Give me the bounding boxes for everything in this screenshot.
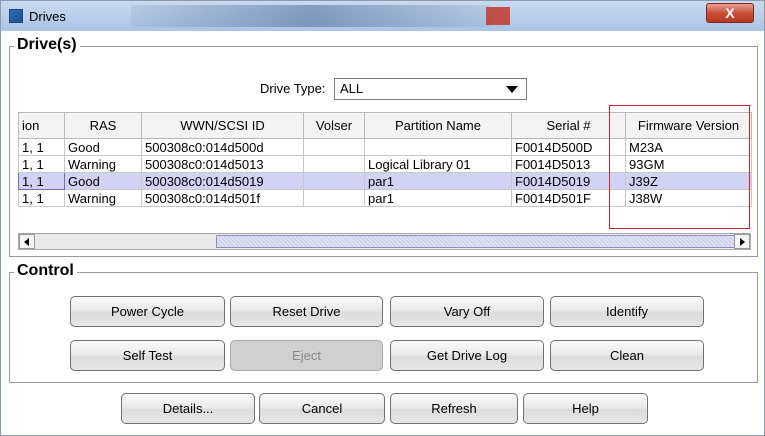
details-button[interactable]: Details... [121, 393, 255, 424]
help-button[interactable]: Help [523, 393, 648, 424]
drive-type-label: Drive Type: [260, 81, 326, 96]
control-group-title: Control [14, 262, 77, 280]
cell-location: 1, 1 [18, 189, 65, 207]
drives-table: ion RAS WWN/SCSI ID Volser Partition Nam… [18, 112, 752, 207]
horizontal-scrollbar[interactable] [18, 233, 751, 250]
cell-volser [303, 138, 365, 156]
column-header-serial[interactable]: Serial # [511, 112, 626, 139]
scroll-right-icon[interactable] [734, 234, 750, 249]
drives-group-title: Drive(s) [14, 36, 80, 54]
self-test-button[interactable]: Self Test [70, 340, 225, 371]
cell-location: 1, 1 [18, 138, 65, 156]
scroll-left-icon[interactable] [19, 234, 35, 249]
cancel-button[interactable]: Cancel [259, 393, 385, 424]
column-header-ras[interactable]: RAS [64, 112, 142, 139]
cell-serial: F0014D5019 [511, 172, 626, 190]
clean-button[interactable]: Clean [550, 340, 704, 371]
table-row[interactable]: 1, 1 Warning 500308c0:014d5013 Logical L… [18, 155, 752, 173]
column-header-partition[interactable]: Partition Name [364, 112, 512, 139]
power-cycle-button[interactable]: Power Cycle [70, 296, 225, 327]
cell-partition: Logical Library 01 [364, 155, 512, 173]
cell-wwn: 500308c0:014d5013 [141, 155, 304, 173]
window-title: Drives [29, 9, 66, 24]
cell-firmware: M23A [625, 138, 752, 156]
column-header-firmware[interactable]: Firmware Version [625, 112, 752, 139]
chevron-down-icon [506, 86, 518, 93]
reset-drive-button[interactable]: Reset Drive [230, 296, 383, 327]
drives-window: Drives X Drive(s) Drive Type: ALL ion RA… [0, 0, 765, 436]
drive-type-select[interactable]: ALL [334, 78, 527, 100]
cell-serial: F0014D501F [511, 189, 626, 207]
cell-serial: F0014D500D [511, 138, 626, 156]
get-drive-log-button[interactable]: Get Drive Log [390, 340, 544, 371]
cell-ras: Warning [64, 189, 142, 207]
table-header-row: ion RAS WWN/SCSI ID Volser Partition Nam… [18, 112, 752, 139]
cell-location: 1, 1 [18, 155, 65, 173]
table-row[interactable]: 1, 1 Warning 500308c0:014d501f par1 F001… [18, 189, 752, 207]
cell-wwn: 500308c0:014d5019 [141, 172, 304, 190]
column-header-location[interactable]: ion [18, 112, 65, 139]
cell-volser [303, 155, 365, 173]
title-bar-decoration [486, 7, 510, 25]
title-bar: Drives X [1, 1, 764, 31]
table-row[interactable]: 1, 1 Good 500308c0:014d500d F0014D500D M… [18, 138, 752, 156]
cell-ras: Good [64, 172, 142, 190]
cell-partition [364, 138, 512, 156]
drive-type-value: ALL [340, 81, 364, 96]
close-button[interactable]: X [706, 3, 754, 23]
column-header-volser[interactable]: Volser [303, 112, 365, 139]
title-bar-background [131, 5, 491, 27]
column-header-wwn[interactable]: WWN/SCSI ID [141, 112, 304, 139]
cell-partition: par1 [364, 172, 512, 190]
cell-serial: F0014D5013 [511, 155, 626, 173]
cell-volser [303, 172, 365, 190]
cell-firmware: J38W [625, 189, 752, 207]
cell-location: 1, 1 [18, 172, 65, 190]
cell-wwn: 500308c0:014d501f [141, 189, 304, 207]
cell-ras: Warning [64, 155, 142, 173]
scroll-thumb[interactable] [216, 235, 735, 248]
vary-off-button[interactable]: Vary Off [390, 296, 544, 327]
cell-volser [303, 189, 365, 207]
app-icon [9, 9, 23, 23]
cell-ras: Good [64, 138, 142, 156]
eject-button[interactable]: Eject [230, 340, 383, 371]
table-row-selected[interactable]: 1, 1 Good 500308c0:014d5019 par1 F0014D5… [18, 172, 752, 190]
refresh-button[interactable]: Refresh [390, 393, 518, 424]
cell-firmware: J39Z [625, 172, 752, 190]
cell-partition: par1 [364, 189, 512, 207]
cell-firmware: 93GM [625, 155, 752, 173]
cell-wwn: 500308c0:014d500d [141, 138, 304, 156]
scroll-track[interactable] [35, 234, 216, 249]
identify-button[interactable]: Identify [550, 296, 704, 327]
